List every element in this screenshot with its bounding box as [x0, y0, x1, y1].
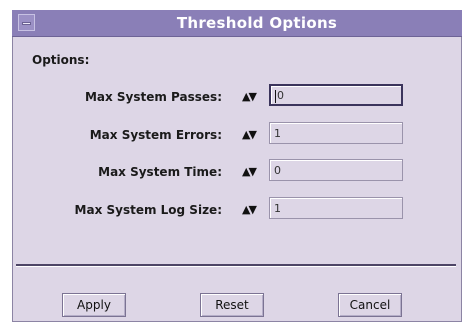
max-system-time-stepper[interactable]: ▲▼: [242, 165, 272, 179]
max-system-log-size-label: Max System Log Size:: [74, 203, 222, 217]
max-system-time-label: Max System Time:: [98, 165, 222, 179]
dialog-body: Options: Max System Passes: ▲▼ 0 Max Sys…: [12, 37, 462, 322]
max-system-errors-field[interactable]: 1: [269, 122, 403, 144]
max-system-passes-stepper[interactable]: ▲▼: [242, 90, 272, 104]
divider: [16, 264, 456, 267]
max-system-passes-label: Max System Passes:: [84, 90, 222, 104]
threshold-options-dialog: Threshold Options Options: Max System Pa…: [12, 10, 462, 322]
max-system-passes-field[interactable]: 0: [269, 84, 403, 106]
text-caret: [275, 89, 276, 103]
apply-button[interactable]: Apply: [62, 293, 126, 317]
window-title: Threshold Options: [176, 14, 338, 32]
max-system-log-size-value: 1: [274, 202, 281, 215]
max-system-time-field[interactable]: 0: [269, 159, 403, 181]
max-system-errors-stepper[interactable]: ▲▼: [242, 128, 272, 142]
cancel-button[interactable]: Cancel: [338, 293, 402, 317]
options-heading: Options:: [32, 53, 90, 67]
max-system-log-size-field[interactable]: 1: [269, 197, 403, 219]
title-bar: Threshold Options: [12, 10, 462, 37]
max-system-passes-value: 0: [277, 89, 284, 102]
max-system-time-value: 0: [274, 164, 281, 177]
max-system-errors-value: 1: [274, 127, 281, 140]
max-system-log-size-stepper[interactable]: ▲▼: [242, 203, 272, 217]
reset-button[interactable]: Reset: [200, 293, 264, 317]
max-system-errors-label: Max System Errors:: [89, 128, 222, 142]
